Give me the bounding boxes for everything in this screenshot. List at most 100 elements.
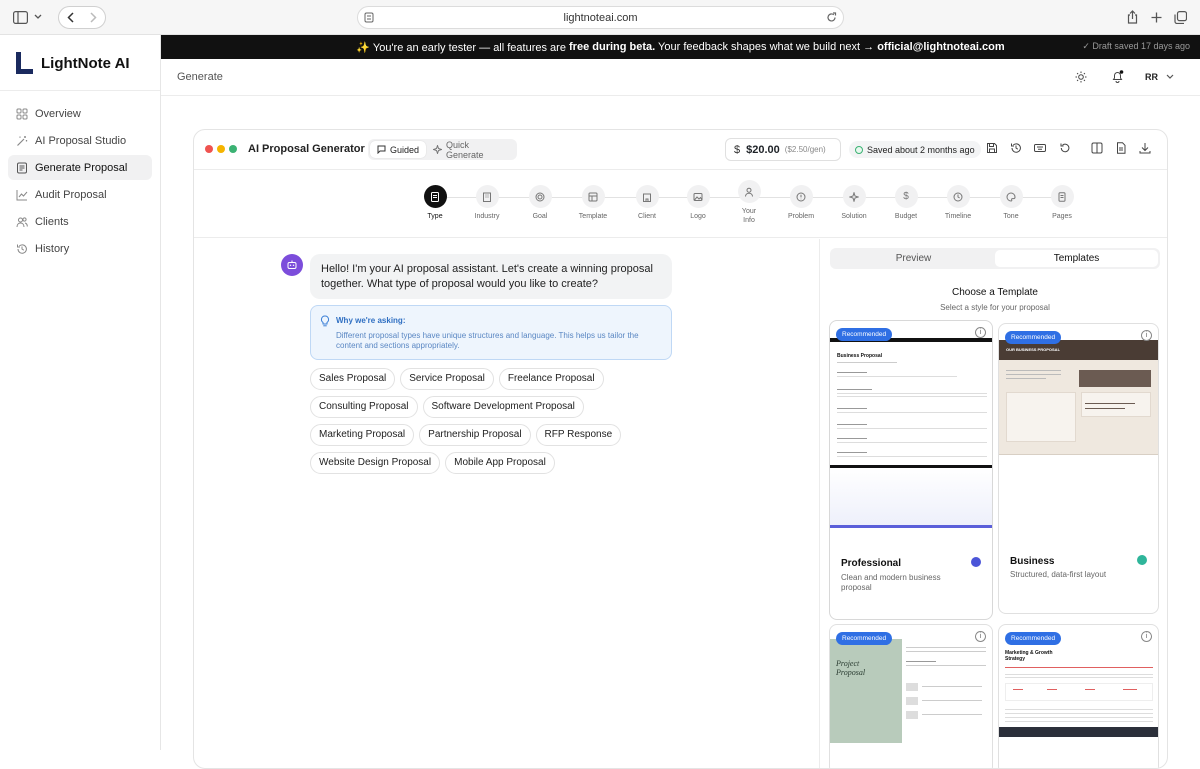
new-tab-icon[interactable] [1150, 11, 1162, 23]
mode-guided-label: Guided [390, 144, 420, 155]
bot-avatar [281, 254, 303, 276]
mode-switch: Guided Quick Generate [368, 139, 517, 160]
step-pages[interactable]: Pages [1037, 185, 1087, 221]
recommended-badge: Recommended [1005, 632, 1062, 645]
option-sales-proposal[interactable]: Sales Proposal [310, 368, 396, 390]
option-website-design-proposal[interactable]: Website Design Proposal [310, 452, 441, 474]
sidebar-item-history[interactable]: History [8, 236, 152, 261]
keyboard-icon[interactable] [1034, 142, 1048, 156]
proposal-type-options: Sales Proposal Service Proposal Freelance … [310, 368, 690, 480]
address-bar[interactable]: lightnoteai.com [357, 6, 844, 29]
app-logo[interactable]: LightNote AI [16, 52, 130, 74]
history-icon [16, 243, 28, 255]
step-logo[interactable]: Logo [673, 185, 723, 221]
tab-templates[interactable]: Templates [995, 250, 1158, 267]
preview-panel: Preview Templates Choose a Template Sele… [819, 239, 1167, 768]
option-mobile-app-proposal[interactable]: Mobile App Proposal [445, 452, 555, 474]
user-menu[interactable]: RR [1145, 67, 1185, 87]
option-partnership-proposal[interactable]: Partnership Proposal [419, 424, 531, 446]
step-budget[interactable]: $ Budget [881, 185, 931, 221]
chat-panel: Hello! I'm your AI proposal assistant. L… [194, 239, 819, 768]
sidebar-item-generate-proposal[interactable]: Generate Proposal [8, 155, 152, 180]
step-client[interactable]: Client [622, 185, 672, 221]
share-icon[interactable] [1126, 10, 1138, 24]
chevron-down-icon[interactable] [33, 12, 43, 22]
credit-amount: $20.00 [746, 143, 780, 156]
back-icon[interactable] [59, 7, 82, 28]
tab-preview[interactable]: Preview [832, 250, 995, 267]
url-text: lightnoteai.com [563, 11, 638, 24]
mode-guided-button[interactable]: Guided [370, 141, 427, 158]
step-your-info[interactable]: Your Info [724, 180, 774, 225]
version-history-icon[interactable] [1010, 142, 1024, 156]
step-label: Pages [1052, 213, 1072, 220]
notification-bell-icon[interactable] [1111, 70, 1124, 83]
history-nav [58, 6, 106, 29]
option-rfp-response[interactable]: RFP Response [535, 424, 622, 446]
info-icon[interactable]: i [1141, 330, 1152, 341]
step-solution[interactable]: Solution [829, 185, 879, 221]
user-icon [737, 180, 761, 203]
reset-icon[interactable] [1059, 142, 1073, 156]
step-label: Goal [532, 213, 548, 220]
assistant-message: Hello! I'm your AI proposal assistant. L… [310, 254, 672, 299]
thumbnail-doc-title: Business Proposal [837, 353, 883, 359]
template-card-project[interactable]: Recommended i Project Proposal [829, 624, 993, 768]
forward-icon[interactable] [82, 7, 105, 28]
app-name: LightNote AI [41, 54, 130, 72]
sidebar-item-audit-proposal[interactable]: Audit Proposal [8, 182, 152, 207]
site-settings-icon[interactable] [364, 12, 374, 23]
step-goal[interactable]: Goal [515, 185, 565, 221]
step-tone[interactable]: Tone [986, 185, 1036, 221]
theme-toggle-icon[interactable] [1075, 71, 1087, 83]
info-icon[interactable]: i [975, 327, 986, 338]
sidebar-item-label: AI Proposal Studio [35, 134, 127, 147]
mode-quick-button[interactable]: Quick Generate [426, 139, 515, 160]
mode-quick-label: Quick Generate [446, 139, 484, 160]
sidebar-item-label: Generate Proposal [35, 161, 128, 174]
option-freelance-proposal[interactable]: Freelance Proposal [498, 368, 604, 390]
clock-icon [946, 185, 970, 208]
option-marketing-proposal[interactable]: Marketing Proposal [310, 424, 415, 446]
template-thumbnail: Business Proposal [830, 338, 992, 528]
option-consulting-proposal[interactable]: Consulting Proposal [310, 396, 418, 418]
step-problem[interactable]: Problem [776, 185, 826, 221]
saved-status-text: Saved about 2 months ago [867, 144, 975, 155]
option-software-development-proposal[interactable]: Software Development Proposal [422, 396, 584, 418]
export-doc-icon[interactable] [1115, 142, 1129, 156]
sidebar-item-clients[interactable]: Clients [8, 209, 152, 234]
tabs-overview-icon[interactable] [1173, 10, 1187, 24]
step-label: Type [427, 213, 443, 220]
draft-saved-status: ✓ Draft saved 17 days ago [1082, 41, 1190, 51]
palette-icon [999, 185, 1023, 208]
banner-free-text: free during beta. [569, 41, 656, 53]
target-icon [528, 185, 552, 208]
sparkle-icon [842, 185, 866, 208]
banner-middle: Your feedback shapes what we build next … [655, 41, 878, 53]
step-type[interactable]: Type [410, 185, 460, 221]
step-label: Your Info [741, 208, 757, 224]
reload-icon[interactable] [826, 12, 837, 23]
split-view-icon[interactable] [1091, 142, 1105, 156]
feedback-email-link[interactable]: official@lightnoteai.com [877, 41, 1004, 53]
template-card-business[interactable]: Recommended i OUR BUSINESS PROPOSAL Busi… [998, 323, 1159, 614]
step-timeline[interactable]: Timeline [933, 185, 983, 221]
save-icon[interactable] [986, 142, 1000, 156]
step-label: Budget [894, 213, 918, 220]
info-icon[interactable]: i [1141, 631, 1152, 642]
step-template[interactable]: Template [568, 185, 618, 221]
template-card-marketing[interactable]: Recommended i Marketing & Growth Strateg… [998, 624, 1159, 768]
red-dot [205, 145, 213, 153]
download-icon[interactable] [1139, 142, 1153, 156]
template-card-professional[interactable]: Recommended i Business Proposal Professi… [829, 320, 993, 620]
logo-mark-icon [16, 52, 33, 74]
breadcrumb[interactable]: Generate [177, 71, 223, 83]
step-industry[interactable]: Industry [462, 185, 512, 221]
sidebar-item-label: Overview [35, 107, 81, 120]
sidebar-item-ai-proposal-studio[interactable]: AI Proposal Studio [8, 128, 152, 153]
option-service-proposal[interactable]: Service Proposal [400, 368, 494, 390]
sidebar-toggle-icon[interactable] [12, 10, 28, 24]
sidebar-item-overview[interactable]: Overview [8, 101, 152, 126]
generator-header: AI Proposal Generator Guided Quick Gener… [194, 130, 1167, 170]
info-icon[interactable]: i [975, 631, 986, 642]
